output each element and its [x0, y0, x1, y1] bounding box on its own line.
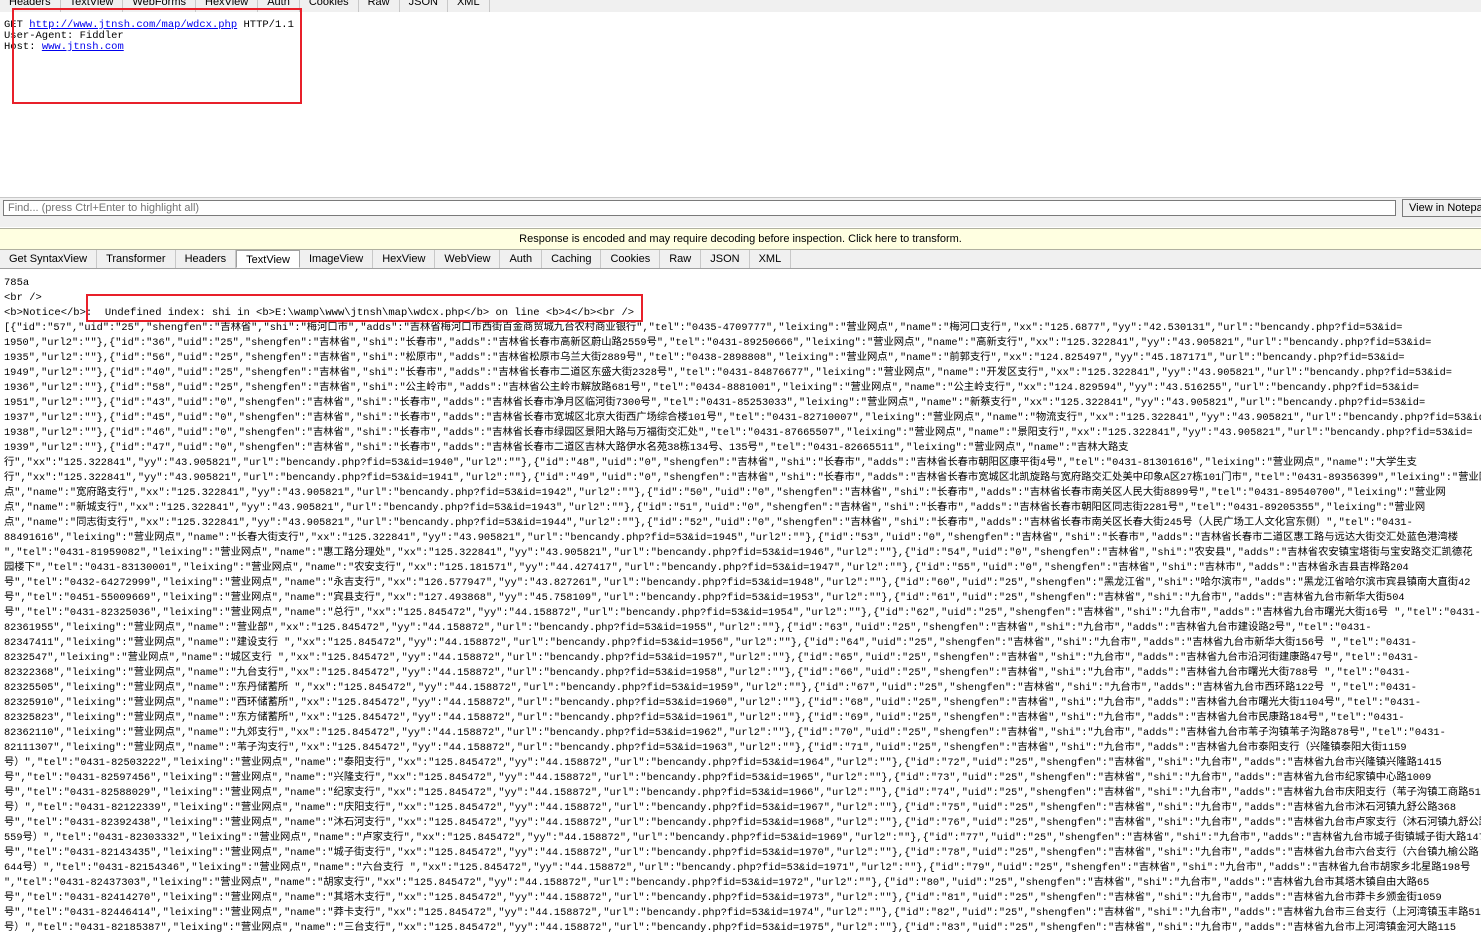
- json-line: 1950","url2":""},{"id":"36","uid":"25","…: [4, 337, 1432, 349]
- response-tab-cookies[interactable]: Cookies: [601, 250, 661, 268]
- request-tab-xml[interactable]: XML: [448, 0, 490, 12]
- json-line: 号","tel":"0432-64272999","leixing":"营业网点…: [4, 577, 1471, 589]
- json-line: 点","name":"宽府路支行","xx":"125.322841","yy"…: [4, 487, 1446, 499]
- json-line: 号","tel":"0431-82143435","leixing":"营业网点…: [4, 847, 1479, 859]
- request-tab-headers[interactable]: Headers: [0, 0, 61, 12]
- json-line: 号","tel":"0431-82325036","leixing":"营业网点…: [4, 607, 1481, 619]
- response-chunk-size: 785a: [4, 277, 30, 289]
- json-line: 559号）","tel":"0431-82303332","leixing":"…: [4, 832, 1481, 844]
- json-line: 1935","url2":""},{"id":"56","uid":"25","…: [4, 352, 1405, 364]
- php-notice-line: <b>Notice</b>: Undefined index: shi in <…: [4, 307, 635, 319]
- json-line: 82325823","leixing":"营业网点","name":"东方储蓄所…: [4, 712, 1405, 724]
- json-line: 点","name":"同志街支行","xx":"125.322841","yy"…: [4, 517, 1413, 529]
- response-tab-json[interactable]: JSON: [701, 250, 750, 268]
- json-line: 82362110","leixing":"营业网点","name":"九郊支行"…: [4, 727, 1446, 739]
- find-input[interactable]: [3, 200, 1396, 216]
- json-line: 8232547","leixing":"营业网点","name":"城区支行 "…: [4, 652, 1419, 664]
- json-line: 1938","url2":""},{"id":"46","uid":"0","s…: [4, 427, 1473, 439]
- json-line: ","tel":"0431-82437303","leixing":"营业网点"…: [4, 877, 1430, 889]
- response-tab-bar: Get SyntaxView Transformer Headers TextView…: [0, 250, 1481, 269]
- json-line: 号","tel":"0431-82588029","leixing":"营业网点…: [4, 787, 1481, 799]
- pane-splitter[interactable]: [0, 219, 1481, 227]
- response-tab-textview[interactable]: TextView: [236, 250, 300, 268]
- host-header: Host: www.jtnsh.com: [4, 42, 124, 53]
- json-line: 82325910","leixing":"营业网点","name":"西环储蓄所…: [4, 697, 1422, 709]
- response-tab-auth[interactable]: Auth: [500, 250, 543, 268]
- json-body: [{"id":"57","uid":"25","shengfen":"吉林省",…: [4, 321, 1481, 934]
- json-line: 82347411","leixing":"营业网点","name":"建设支行 …: [4, 637, 1417, 649]
- json-line: 号","tel":"0431-82597456","leixing":"营业网点…: [4, 772, 1432, 784]
- json-line: 号）","tel":"0431-82503222","leixing":"营业网…: [4, 757, 1442, 769]
- json-line: 82361955","leixing":"营业网点","name":"营业部",…: [4, 622, 1372, 634]
- response-tab-imageview[interactable]: ImageView: [300, 250, 374, 268]
- json-line: 行","xx":"125.322841","yy":"43.905821","u…: [4, 472, 1481, 484]
- json-line: 号","tel":"0431-82392438","leixing":"营业网点…: [4, 817, 1481, 829]
- request-tab-raw[interactable]: Raw: [359, 0, 400, 12]
- json-line: 点","name":"新城支行","xx":"125.322841","yy":…: [4, 502, 1426, 514]
- json-line: 园楼下","tel":"0431-83130001","leixing":"营业…: [4, 562, 1409, 574]
- json-line: 82322368","leixing":"营业网点","name":"九台支行"…: [4, 667, 1411, 679]
- request-tab-textview[interactable]: TextView: [61, 0, 124, 12]
- json-line: 644号）","tel":"0431-82154346","leixing":"…: [4, 862, 1471, 874]
- request-tab-webforms[interactable]: WebForms: [123, 0, 196, 12]
- json-line: 号","tel":"0431-82446414","leixing":"营业网点…: [4, 907, 1481, 919]
- view-in-notepad-button[interactable]: View in Notepad: [1402, 199, 1481, 217]
- response-tab-headers[interactable]: Headers: [176, 250, 237, 268]
- json-line: 1939","url2":""},{"id":"47","uid":"0","s…: [4, 442, 1129, 454]
- response-tab-webview[interactable]: WebView: [435, 250, 501, 268]
- response-tab-hexview[interactable]: HexView: [373, 250, 436, 268]
- request-tab-hexview[interactable]: HexView: [196, 0, 259, 12]
- json-line: 号）","tel":"0431-82185387","leixing":"营业网…: [4, 922, 1457, 934]
- response-tab-get-syntaxview[interactable]: Get SyntaxView: [0, 250, 98, 268]
- host-label: Host:: [4, 41, 36, 53]
- json-line: 行","xx":"125.322841","yy":"43.905821","u…: [4, 457, 1417, 469]
- request-protocol: HTTP/1.1: [243, 19, 294, 31]
- request-text-view[interactable]: GET http://www.jtnsh.com/map/wdcx.php HT…: [0, 12, 1481, 196]
- json-line: 1951","url2":""},{"id":"43","uid":"0","s…: [4, 397, 1426, 409]
- json-line: ","tel":"0431-81959082","leixing":"营业网点"…: [4, 547, 1473, 559]
- json-line: 号）","tel":"0431-82122339","leixing":"营业网…: [4, 802, 1457, 814]
- response-tab-raw[interactable]: Raw: [660, 250, 702, 268]
- json-line: 1949","url2":""},{"id":"40","uid":"25","…: [4, 367, 1452, 379]
- request-tab-json[interactable]: JSON: [400, 0, 448, 12]
- response-text-view[interactable]: 785a <br /> <b>Notice</b>: Undefined ind…: [0, 276, 1481, 934]
- json-line: [{"id":"57","uid":"25","shengfen":"吉林省",…: [4, 322, 1403, 334]
- decode-notice-bar[interactable]: Response is encoded and may require deco…: [0, 228, 1481, 250]
- host-link[interactable]: www.jtnsh.com: [42, 41, 124, 53]
- json-line: 号","tel":"0431-82414270","leixing":"营业网点…: [4, 892, 1442, 904]
- json-line: 82325505","leixing":"营业网点","name":"东丹储蓄所…: [4, 682, 1417, 694]
- find-bar: View in Notepad: [0, 197, 1481, 219]
- json-line: 88491616","leixing":"营业网点","name":"长春大街支…: [4, 532, 1459, 544]
- json-line: 1936","url2":""},{"id":"58","uid":"25","…: [4, 382, 1419, 394]
- request-tab-auth[interactable]: Auth: [258, 0, 300, 12]
- response-tab-transformer[interactable]: Transformer: [97, 250, 176, 268]
- json-line: 82111307","leixing":"营业网点","name":"苇子沟支行…: [4, 742, 1407, 754]
- json-line: 号","tel":"0451-55009669","leixing":"营业网点…: [4, 592, 1405, 604]
- request-tab-cookies[interactable]: Cookies: [300, 0, 359, 12]
- response-br-line: <br />: [4, 292, 42, 304]
- response-tab-xml[interactable]: XML: [750, 250, 792, 268]
- json-line: 1937","url2":""},{"id":"45","uid":"0","s…: [4, 412, 1481, 424]
- response-tab-caching[interactable]: Caching: [542, 250, 602, 268]
